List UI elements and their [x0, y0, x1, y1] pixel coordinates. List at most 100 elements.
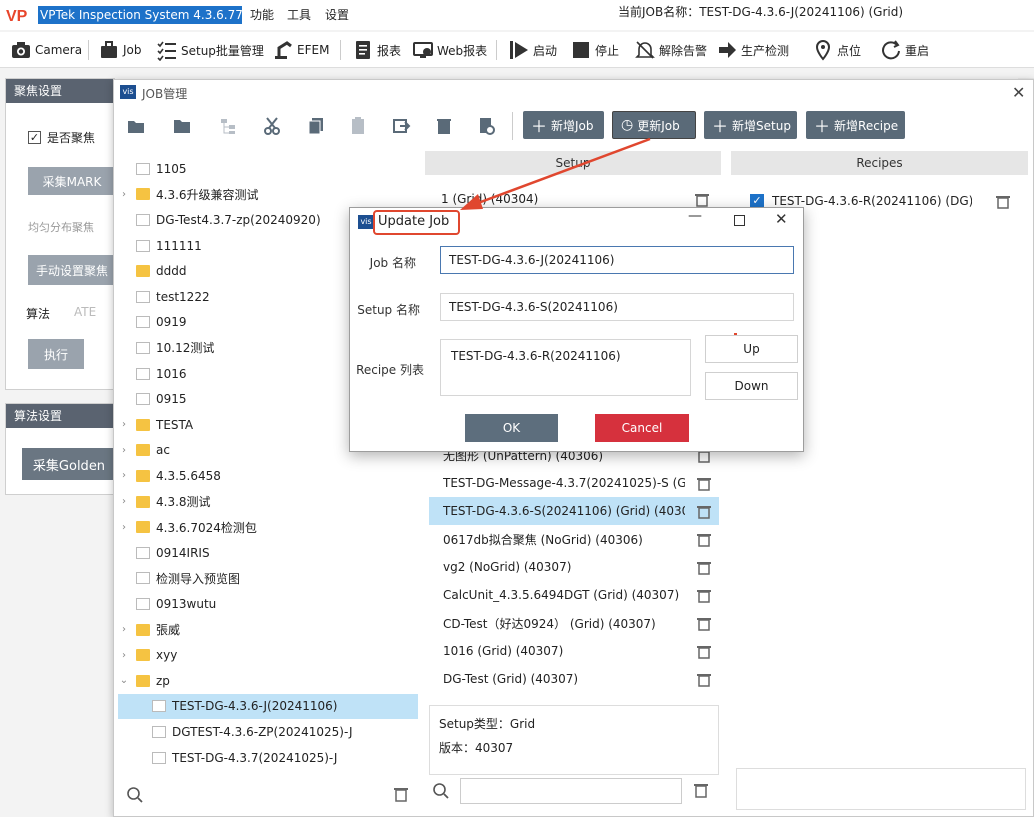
file-settings-icon[interactable] [476, 116, 496, 136]
setup-name-input[interactable]: TEST-DG-4.3.6-S(20241106) [440, 293, 794, 321]
tree-item[interactable]: 1105 [118, 156, 418, 182]
trash-icon[interactable] [697, 560, 711, 575]
cancel-button[interactable]: Cancel [595, 414, 689, 442]
tree-item[interactable]: › 4.3.6升级兼容测试 [118, 182, 418, 208]
tree-item[interactable]: › 4.3.8测试 [118, 489, 418, 515]
tree-item[interactable]: TEST-DG-4.3.7(20241025)-J [118, 745, 418, 771]
production-button[interactable]: 生产检测 [716, 32, 789, 68]
chevron-icon[interactable]: › [118, 189, 130, 200]
trash-icon[interactable] [697, 532, 711, 547]
tree-item[interactable]: 0914IRIS [118, 540, 418, 566]
tree-item-label: DG-Test4.3.7-zp(20240920) [156, 212, 321, 227]
setup-row[interactable]: TEST-DG-4.3.6-S(20241106) (Grid) (40307) [429, 497, 719, 525]
collect-mark-button[interactable]: 采集MARK [28, 167, 116, 195]
setup-row-label: DG-Test (Grid) (40307) [443, 672, 579, 686]
search-icon[interactable] [126, 786, 144, 804]
tree-item[interactable]: 0913wutu [118, 591, 418, 617]
chevron-icon[interactable]: ⌄ [118, 675, 130, 686]
efem-button[interactable]: EFEM [272, 32, 329, 68]
setup-row[interactable]: vg2 (NoGrid) (40307) [429, 553, 719, 581]
close-icon[interactable]: ✕ [1012, 83, 1025, 102]
chevron-icon[interactable]: › [118, 470, 130, 481]
chevron-icon[interactable]: › [118, 496, 130, 507]
minimize-icon[interactable]: — [688, 208, 702, 224]
stop-button[interactable]: 停止 [570, 32, 619, 68]
trash-icon[interactable] [394, 786, 408, 802]
trash-icon[interactable] [695, 192, 709, 207]
robot-arm-icon [272, 39, 294, 61]
export-icon[interactable] [391, 116, 411, 136]
trash-icon[interactable] [697, 616, 711, 631]
close-icon[interactable]: ✕ [775, 210, 788, 228]
paste-icon[interactable] [348, 116, 368, 136]
chevron-icon[interactable]: › [118, 419, 130, 430]
chevron-icon[interactable]: › [118, 522, 130, 533]
tree-item[interactable]: TEST-DG-4.3.6-J(20241106) [118, 693, 418, 720]
tree-item[interactable]: 检测导入预览图 [118, 566, 418, 592]
collect-golden-button[interactable]: 采集Golden [22, 448, 116, 480]
setup-row[interactable]: 0617db拟合聚焦 (NoGrid) (40306) [429, 525, 719, 553]
new-setup-button[interactable]: ＋新增Setup [704, 111, 797, 139]
trash-icon[interactable] [697, 644, 711, 659]
setup-batch-button[interactable]: Setup批量管理 [156, 32, 264, 68]
tree-item[interactable]: › 4.3.5.6458 [118, 463, 418, 489]
delete-icon[interactable] [434, 116, 454, 136]
manual-focus-button[interactable]: 手动设置聚焦 [28, 255, 116, 285]
chevron-icon[interactable]: › [118, 624, 130, 635]
trash-icon[interactable] [697, 504, 711, 519]
setup-row[interactable]: CalcUnit_4.3.5.6494DGT (Grid) (40307) [429, 581, 719, 609]
folder-icon[interactable] [172, 116, 192, 136]
tree-item[interactable]: › xyy [118, 642, 418, 668]
setup-search-input[interactable] [460, 778, 682, 804]
trash-icon[interactable] [697, 588, 711, 603]
job-name-input[interactable]: TEST-DG-4.3.6-J(20241106) [440, 246, 794, 274]
tree-structure-icon[interactable] [218, 116, 238, 136]
tree-item-label: 检测导入预览图 [156, 571, 241, 586]
setup-row[interactable]: TEST-DG-Message-4.3.7(20241025)-S (Gri [429, 469, 719, 497]
focus-checkbox[interactable]: ✓ 是否聚焦 [28, 129, 95, 146]
tree-item[interactable]: › 張威 [118, 617, 418, 643]
checkbox-checked-icon[interactable]: ✓ [750, 194, 764, 208]
report-button[interactable]: 报表 [352, 32, 401, 68]
point-button[interactable]: 点位 [812, 32, 861, 68]
file-icon [152, 751, 166, 764]
new-recipe-button[interactable]: ＋新增Recipe [806, 111, 905, 139]
menu-settings[interactable]: 设置 [325, 7, 349, 23]
job-window-titlebar: vis JOB管理 ✕ [114, 80, 1033, 106]
new-job-button[interactable]: ＋新增Job [523, 111, 604, 139]
tree-item[interactable]: DGTEST-4.3.6-ZP(20241025)-J [118, 719, 418, 745]
recipe-list-box[interactable]: TEST-DG-4.3.6-R(20241106) [440, 339, 691, 396]
camera-button[interactable]: Camera [10, 32, 82, 68]
setup-row[interactable]: CD-Test（好达0924） (Grid) (40307) [429, 609, 719, 637]
chevron-icon[interactable]: › [118, 650, 130, 661]
menu-tools[interactable]: 工具 [287, 7, 311, 23]
setup-row[interactable]: DG-Test (Grid) (40307) [429, 665, 719, 693]
up-button[interactable]: Up [705, 335, 798, 363]
job-button[interactable]: Job [98, 32, 142, 68]
search-icon[interactable] [432, 782, 450, 800]
tree-item[interactable]: › 4.3.6.7024检测包 [118, 514, 418, 540]
web-report-button[interactable]: Web报表 [412, 32, 487, 68]
chevron-icon[interactable]: › [118, 445, 130, 456]
clear-alarm-button[interactable]: 解除告警 [634, 32, 707, 68]
run-button[interactable]: 执行 [28, 339, 84, 369]
algo-value[interactable]: ATE [74, 305, 96, 319]
trash-icon[interactable] [697, 672, 711, 687]
trash-icon[interactable] [697, 476, 711, 491]
setup-row[interactable]: 1016 (Grid) (40307) [429, 637, 719, 665]
ok-button[interactable]: OK [465, 414, 558, 442]
copy-icon[interactable] [306, 116, 326, 136]
menu-function[interactable]: 功能 [250, 7, 274, 23]
down-button[interactable]: Down [705, 372, 798, 400]
trash-icon[interactable] [694, 782, 708, 798]
update-job-button[interactable]: ◷ 更新Job [612, 111, 696, 139]
folder-icon [136, 674, 150, 687]
restart-button[interactable]: 重启 [880, 32, 929, 68]
open-folder-icon[interactable] [126, 116, 146, 136]
cut-icon[interactable] [262, 116, 282, 136]
trash-icon[interactable] [996, 194, 1010, 209]
start-button[interactable]: 启动 [508, 32, 557, 68]
uniform-focus-option[interactable]: 均匀分布聚焦 [28, 219, 94, 235]
maximize-icon[interactable] [734, 215, 745, 226]
tree-item[interactable]: ⌄ zp [118, 668, 418, 694]
